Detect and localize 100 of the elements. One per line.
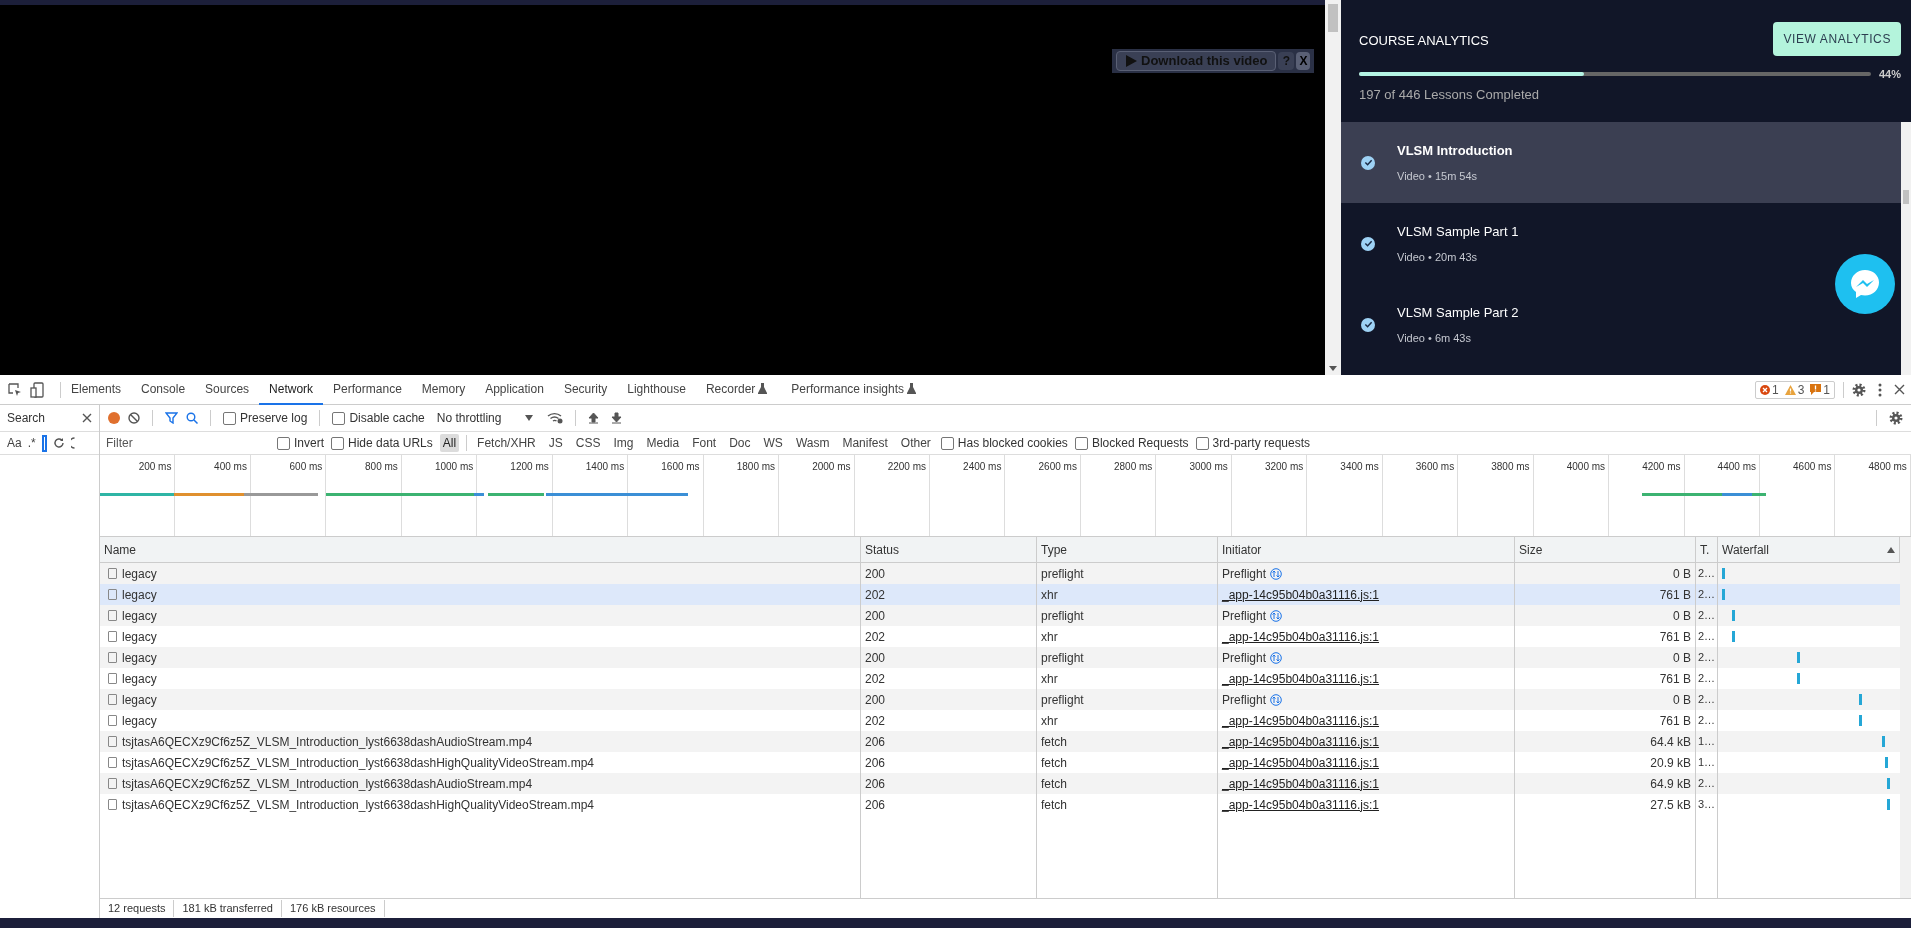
devtools-tab[interactable]: Recorder	[695, 374, 778, 405]
close-icon[interactable]	[1894, 384, 1905, 395]
checkbox[interactable]	[1074, 436, 1088, 450]
search-icon[interactable]	[186, 412, 198, 424]
refresh-icon[interactable]	[52, 437, 65, 449]
initiator-link[interactable]: _app-14c95b04b0a31116.js:1	[1222, 627, 1380, 646]
request-row[interactable]: legacy 200 preflight Preflight 0 B 2…	[100, 563, 1900, 584]
initiator-link[interactable]: _app-14c95b04b0a31116.js:1	[1222, 711, 1380, 730]
initiator-link[interactable]: _app-14c95b04b0a31116.js:1	[1222, 732, 1380, 751]
close-icon[interactable]	[82, 413, 92, 423]
file-icon	[108, 631, 117, 642]
arrows-icon[interactable]	[1270, 693, 1283, 706]
scrollbar-thumb[interactable]	[1903, 190, 1909, 204]
type-filter-button[interactable]: Manifest	[839, 434, 891, 452]
more-options-icon[interactable]	[1878, 382, 1882, 397]
lesson-item[interactable]: VLSM Introduction Video • 15m 54s	[1341, 122, 1901, 203]
status-bar-text: 12 requests	[100, 900, 175, 917]
settings-icon[interactable]	[1889, 411, 1903, 425]
initiator-link[interactable]: _app-14c95b04b0a31116.js:1	[1222, 774, 1380, 793]
column-header[interactable]: T.	[1700, 540, 1710, 559]
checkbox-option[interactable]: Hide data URLs	[331, 434, 433, 452]
record-button[interactable]	[108, 412, 120, 424]
initiator-link[interactable]: _app-14c95b04b0a31116.js:1	[1222, 669, 1380, 688]
type-filter-button[interactable]: Img	[610, 434, 637, 452]
request-row[interactable]: legacy 200 preflight Preflight 0 B 2…	[100, 689, 1900, 710]
devtools-tab[interactable]: Lighthouse	[617, 374, 696, 405]
type-filter-button[interactable]: WS	[760, 434, 786, 452]
network-conditions-icon[interactable]	[547, 412, 564, 424]
checkbox[interactable]	[332, 411, 346, 425]
request-row[interactable]: tsjtasA6QECXz9Cf6z5Z_VLSM_Introduction_lyst6638dashAudioStream.mp4 206 fetch _app-14c95b04b0a31116.js:1 64.4 kB 1…	[100, 731, 1900, 752]
column-header[interactable]: Waterfall	[1722, 540, 1769, 559]
view-analytics-button[interactable]: VIEW ANALYTICS	[1773, 22, 1901, 56]
scrollbar-thumb[interactable]	[1328, 4, 1338, 32]
checkbox[interactable]	[331, 436, 344, 450]
checkbox[interactable]	[1195, 436, 1209, 450]
issues-counter[interactable]: 1 3 1	[1754, 380, 1835, 399]
request-row[interactable]: legacy 202 xhr _app-14c95b04b0a31116.js:1 761 B 2…	[100, 584, 1900, 605]
checkbox-option[interactable]: Blocked Requests	[1074, 434, 1189, 452]
status-cell-text: 206	[865, 796, 886, 814]
flask-icon	[907, 383, 917, 394]
checkbox[interactable]	[223, 411, 236, 425]
throttling-select[interactable]: No throttling	[432, 409, 534, 427]
column-header[interactable]: Initiator	[1222, 540, 1262, 559]
devtools-tab[interactable]: Performance insights	[781, 374, 927, 405]
type-filter-button[interactable]: JS	[545, 434, 566, 452]
devtools-tab[interactable]: Security	[553, 374, 618, 405]
type-filter-button[interactable]: CSS	[572, 434, 604, 452]
scroll-down-arrow-icon[interactable]	[1329, 366, 1337, 371]
initiator-link[interactable]: _app-14c95b04b0a31116.js:1	[1222, 795, 1380, 814]
filter-icon[interactable]	[165, 412, 178, 424]
checkbox-option[interactable]: Disable cache	[332, 409, 425, 427]
request-row[interactable]: legacy 200 preflight Preflight 0 B 2…	[100, 605, 1900, 626]
checkbox-option[interactable]: Preserve log	[223, 409, 308, 427]
settings-icon[interactable]	[1852, 382, 1866, 397]
download-icon[interactable]	[611, 412, 623, 424]
checkbox-option[interactable]: Invert	[277, 434, 324, 452]
scrollbar[interactable]	[1900, 537, 1911, 898]
timeline-tick-label: 4400 ms	[1717, 460, 1756, 471]
arrows-icon[interactable]	[1270, 567, 1283, 580]
type-filter-button[interactable]: Fetch/XHR	[474, 434, 539, 452]
checkbox[interactable]	[940, 436, 954, 450]
type-filter-button[interactable]: Media	[643, 434, 683, 452]
initiator-link[interactable]: _app-14c95b04b0a31116.js:1	[1222, 753, 1380, 772]
device-toolbar-icon[interactable]	[30, 381, 44, 398]
column-header[interactable]: Status	[865, 540, 900, 559]
upload-icon[interactable]	[588, 412, 600, 424]
arrows-icon[interactable]	[1270, 651, 1283, 664]
devtools-tab[interactable]: Sources	[195, 374, 260, 405]
devtools-tab[interactable]: Console	[131, 374, 196, 405]
checkbox[interactable]	[277, 436, 290, 450]
type-filter-button[interactable]: Wasm	[792, 434, 833, 452]
issue-icon	[1810, 384, 1822, 395]
inspect-icon[interactable]	[8, 382, 22, 397]
devtools-tab[interactable]: Elements	[61, 374, 132, 405]
devtools-tab[interactable]: Network	[259, 374, 324, 405]
type-filter-button[interactable]: All	[439, 434, 460, 452]
request-row[interactable]: tsjtasA6QECXz9Cf6z5Z_VLSM_Introduction_lyst6638dashAudioStream.mp4 206 fetch _app-14c95b04b0a31116.js:1 64.9 kB 2…	[100, 773, 1900, 794]
devtools-tab[interactable]: Performance	[323, 374, 412, 405]
checkbox-option[interactable]: Has blocked cookies	[940, 434, 1068, 452]
type-filter-button[interactable]: Font	[689, 434, 720, 452]
checkbox-option[interactable]: 3rd-party requests	[1195, 434, 1310, 452]
clear-icon[interactable]	[70, 437, 75, 449]
type-filter-button[interactable]: Doc	[726, 434, 754, 452]
column-header[interactable]: Type	[1041, 540, 1067, 559]
messenger-icon	[1848, 267, 1882, 301]
match-case-toggle[interactable]: Aa	[7, 434, 22, 452]
clear-icon[interactable]	[128, 412, 140, 424]
search-input-field[interactable]	[41, 434, 47, 452]
column-header[interactable]: Size	[1519, 540, 1543, 559]
devtools-tab[interactable]: Application	[475, 374, 554, 405]
status-cell-text: 200	[865, 565, 886, 583]
type-filter-button[interactable]: Other	[897, 434, 934, 452]
regex-toggle[interactable]: .*	[27, 434, 36, 452]
scrollbar[interactable]	[1901, 122, 1911, 375]
column-header[interactable]: Name	[104, 540, 136, 559]
initiator-link[interactable]: _app-14c95b04b0a31116.js:1	[1222, 585, 1380, 604]
request-row[interactable]: legacy 200 preflight Preflight 0 B 2…	[100, 647, 1900, 668]
devtools-tab[interactable]: Memory	[411, 374, 476, 405]
scrollbar[interactable]	[1325, 0, 1341, 375]
arrows-icon[interactable]	[1270, 609, 1283, 622]
